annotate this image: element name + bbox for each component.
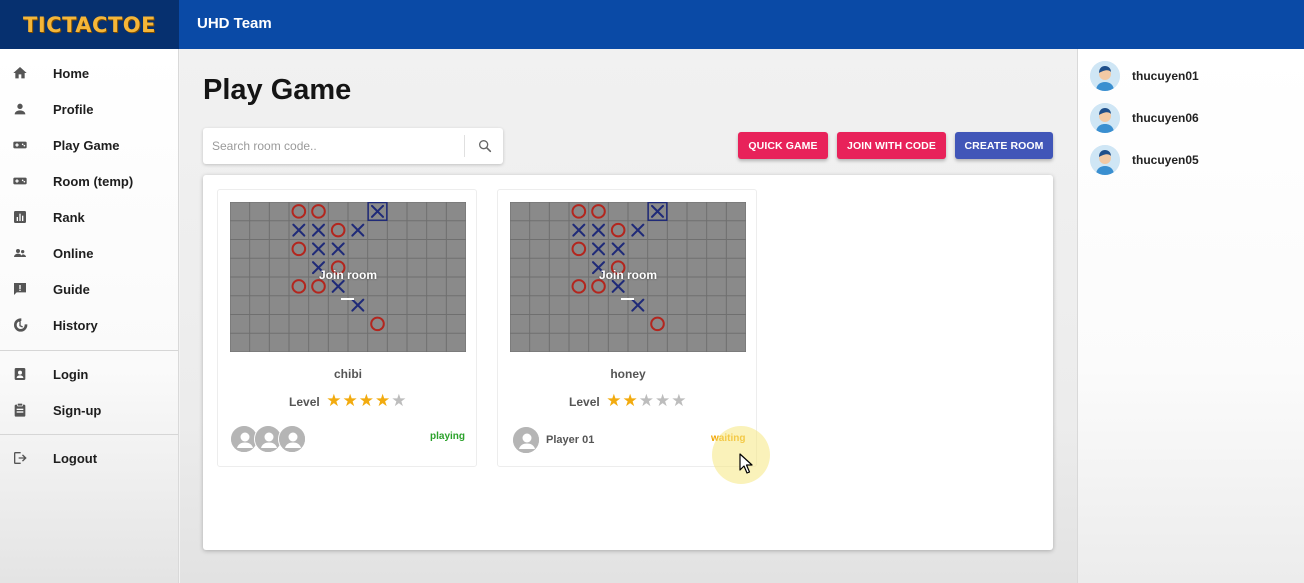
sidebar-item-label: Guide: [53, 281, 90, 297]
status-badge: playing: [430, 431, 466, 442]
sidebar-item-history[interactable]: History: [0, 310, 178, 340]
sidebar-item-label: Rank: [53, 209, 85, 225]
star-icon: ★: [342, 391, 358, 411]
sidebar-item-label: Sign-up: [53, 402, 102, 418]
clipboard-icon: [12, 402, 28, 418]
people-icon: [12, 245, 28, 261]
badge-icon: [12, 366, 28, 382]
room-card-chibi[interactable]: Join room chibi Level ★ ★ ★ ★ ★ playing: [217, 189, 477, 467]
sidebar-item-login[interactable]: Login: [0, 359, 178, 389]
search-divider: [464, 135, 465, 157]
room-card-honey[interactable]: Join room honey Level ★ ★ ★ ★ ★ Player 0…: [497, 189, 757, 467]
room-search-box: [203, 128, 503, 164]
sidebar-item-room-temp[interactable]: Room (temp): [0, 166, 178, 196]
star-icon: ★: [374, 391, 391, 411]
player-name: Player 01: [546, 434, 595, 446]
top-app-bar: TICTACTOE UHD Team: [0, 0, 1304, 49]
game-board-preview[interactable]: Join room: [510, 202, 746, 352]
avatar: [1090, 145, 1120, 175]
sidebar-item-label: Online: [53, 245, 94, 261]
star-icon: ★: [391, 391, 407, 411]
sidebar-item-home[interactable]: Home: [0, 58, 178, 88]
sidebar-item-rank[interactable]: Rank: [0, 202, 178, 232]
online-user-item[interactable]: thucuyen06: [1090, 103, 1199, 133]
online-user-item[interactable]: thucuyen05: [1090, 145, 1199, 175]
star-icon: ★: [358, 391, 374, 411]
sidebar-item-online[interactable]: Online: [0, 238, 178, 268]
star-icon: ★: [326, 391, 342, 411]
sidebar-item-label: Login: [53, 366, 89, 382]
sidebar: Home Profile Play Game Room (temp) Rank …: [0, 49, 179, 583]
level-label: Level: [289, 394, 320, 409]
sidebar-item-play-game[interactable]: Play Game: [0, 130, 178, 160]
bar-chart-icon: [12, 209, 28, 225]
page-title: Play Game: [203, 74, 352, 106]
team-title: UHD Team: [197, 15, 272, 32]
quick-game-button[interactable]: QUICK GAME: [738, 132, 828, 159]
star-icon: ★: [606, 391, 622, 411]
logo-container[interactable]: TICTACTOE: [0, 0, 179, 49]
star-icon: ★: [671, 391, 687, 411]
sidebar-item-label: History: [53, 317, 98, 333]
person-icon: [12, 101, 28, 117]
rooms-panel: Join room chibi Level ★ ★ ★ ★ ★ playing: [203, 175, 1053, 550]
online-user-name: thucuyen01: [1132, 69, 1199, 83]
app-logo[interactable]: TICTACTOE: [23, 13, 156, 37]
sidebar-item-profile[interactable]: Profile: [0, 94, 178, 124]
gamepad-icon: [12, 173, 28, 189]
sidebar-item-label: Home: [53, 65, 90, 81]
create-room-button[interactable]: CREATE ROOM: [955, 132, 1053, 159]
join-with-code-button[interactable]: JOIN WITH CODE: [837, 132, 946, 159]
sidebar-item-label: Profile: [53, 101, 94, 117]
history-icon: [12, 317, 28, 333]
online-user-item[interactable]: thucuyen01: [1090, 61, 1199, 91]
player-avatar: [512, 426, 540, 454]
room-name: honey: [610, 367, 646, 381]
online-user-name: thucuyen06: [1132, 111, 1199, 125]
level-label: Level: [569, 394, 600, 409]
player-avatar: [278, 425, 306, 453]
logout-icon: [12, 450, 28, 466]
level-rating: Level ★ ★ ★ ★ ★: [498, 393, 758, 410]
feedback-icon: [12, 281, 28, 297]
sidebar-divider: [0, 350, 178, 351]
online-users-panel: thucuyen01 thucuyen06 thucuyen05: [1077, 49, 1304, 583]
sidebar-item-label: Room (temp): [53, 173, 134, 189]
avatar: [1090, 103, 1120, 133]
search-icon[interactable]: [477, 138, 493, 154]
sidebar-item-label: Play Game: [53, 137, 120, 153]
gamepad-icon: [12, 137, 28, 153]
search-input[interactable]: [212, 137, 457, 155]
online-user-name: thucuyen05: [1132, 153, 1199, 167]
home-icon: [12, 65, 28, 81]
star-icon: ★: [654, 391, 671, 411]
star-icon: ★: [622, 391, 638, 411]
room-name: chibi: [333, 367, 362, 381]
sidebar-divider: [0, 434, 178, 435]
sidebar-item-label: Logout: [53, 450, 98, 466]
mouse-cursor-icon: [739, 453, 753, 474]
avatar: [1090, 61, 1120, 91]
sidebar-item-sign-up[interactable]: Sign-up: [0, 395, 178, 425]
star-icon: ★: [638, 391, 654, 411]
sidebar-item-logout[interactable]: Logout: [0, 443, 178, 473]
game-board-preview[interactable]: Join room: [230, 202, 466, 352]
level-rating: Level ★ ★ ★ ★ ★: [218, 393, 478, 410]
main-content: Play Game QUICK GAME JOIN WITH CODE CREA…: [180, 49, 1077, 583]
sidebar-item-guide[interactable]: Guide: [0, 274, 178, 304]
